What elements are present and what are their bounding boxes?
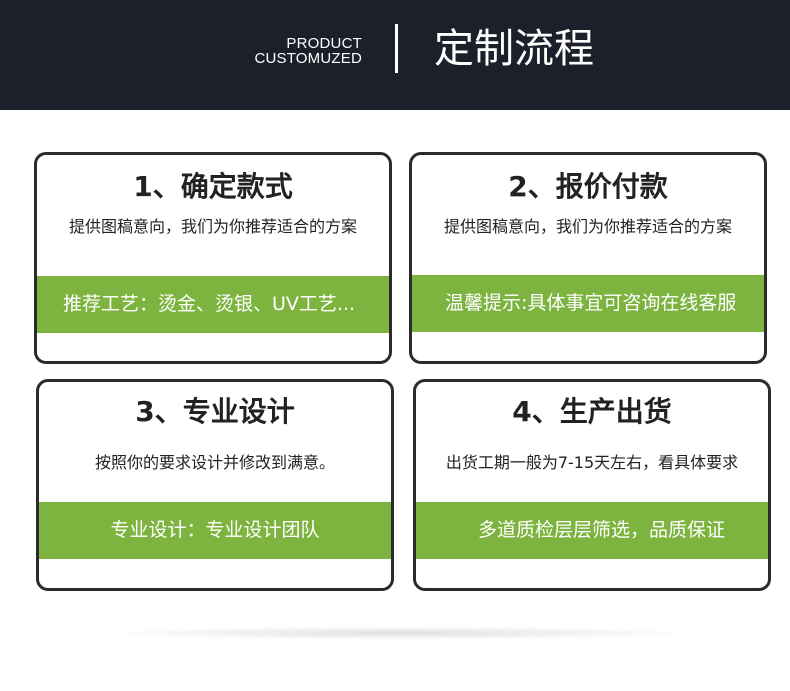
header-english-label: PRODUCT CUSTOMUZED (254, 36, 362, 66)
step-card-description: 出货工期一般为7-15天左右，看具体要求 (445, 453, 739, 472)
step-card-title: 1、确定款式 (133, 170, 293, 203)
step-card-1: 1、确定款式 提供图稿意向，我们为你推荐适合的方案 推荐工艺：烫金、烫银、UV工… (34, 152, 392, 364)
step-card-description: 提供图稿意向，我们为你推荐适合的方案 (68, 217, 357, 236)
header-english-line1: PRODUCT (286, 35, 362, 52)
step-card-title: 3、专业设计 (135, 395, 295, 428)
step-card-title: 4、生产出货 (512, 395, 672, 428)
header-divider (395, 24, 398, 73)
header-english-line2: CUSTOMUZED (254, 50, 362, 67)
step-card-3: 3、专业设计 按照你的要求设计并修改到满意。 专业设计：专业设计团队 (36, 379, 394, 591)
step-card-note: 推荐工艺：烫金、烫银、UV工艺... (37, 276, 389, 333)
step-card-description: 按照你的要求设计并修改到满意。 (94, 453, 335, 472)
step-card-note: 多道质检层层筛选，品质保证 (416, 502, 768, 559)
step-card-title: 2、报价付款 (508, 170, 668, 203)
page-title: 定制流程 (434, 26, 594, 72)
step-card-note: 专业设计：专业设计团队 (39, 502, 391, 559)
header-banner: PRODUCT CUSTOMUZED 定制流程 (0, 0, 790, 110)
step-card-4: 4、生产出货 出货工期一般为7-15天左右，看具体要求 多道质检层层筛选，品质保… (413, 379, 771, 591)
step-card-description: 提供图稿意向，我们为你推荐适合的方案 (443, 217, 732, 236)
bottom-shadow (100, 626, 700, 640)
step-card-2: 2、报价付款 提供图稿意向，我们为你推荐适合的方案 温馨提示:具体事宜可咨询在线… (409, 152, 767, 364)
step-card-note: 温馨提示:具体事宜可咨询在线客服 (412, 275, 764, 332)
